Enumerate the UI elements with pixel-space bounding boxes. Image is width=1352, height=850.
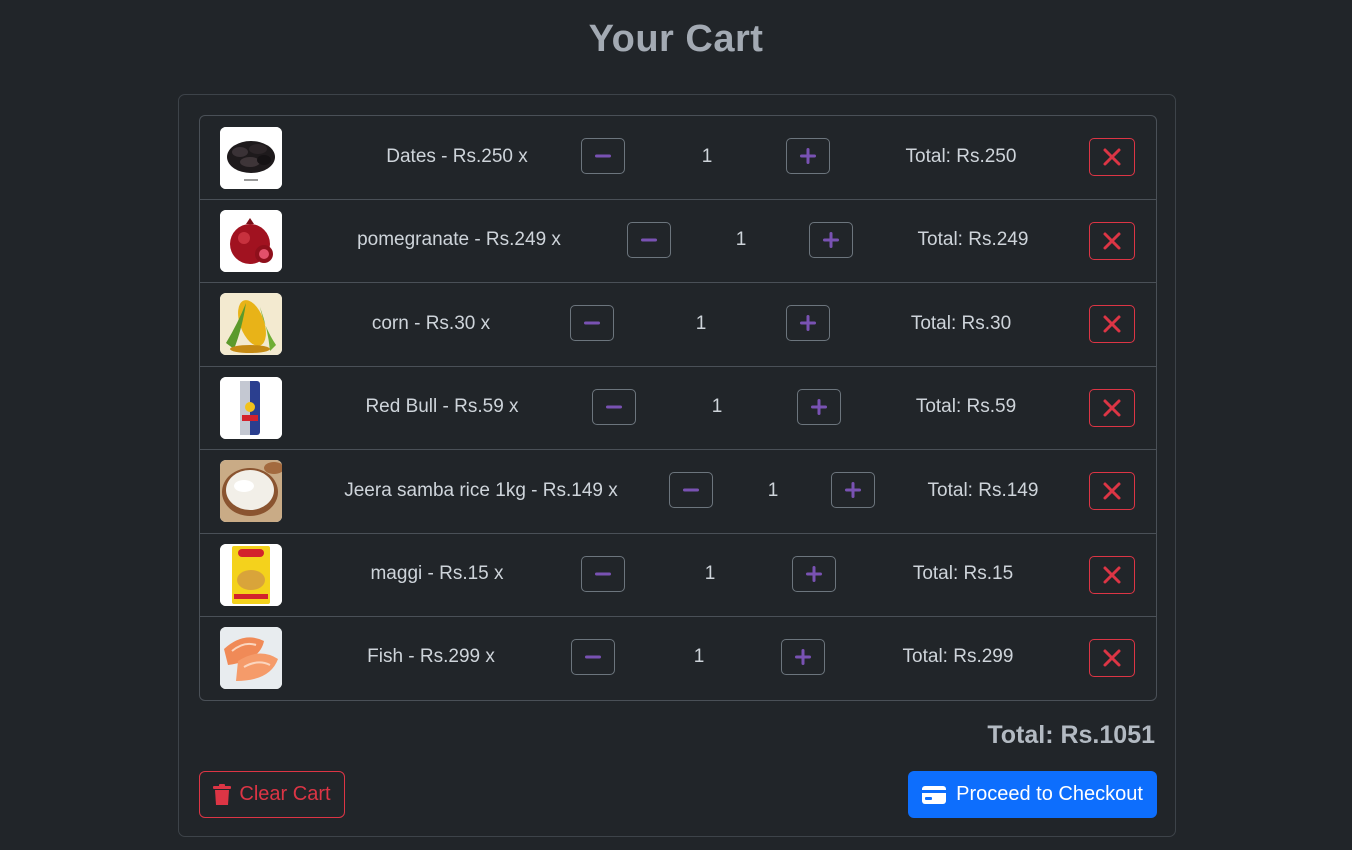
decrease-quantity-button[interactable] <box>592 389 636 425</box>
minus-icon <box>595 572 611 576</box>
item-total: Total: Rs.249 <box>917 229 1029 250</box>
decrease-quantity-button[interactable] <box>571 639 615 675</box>
item-label: corn - Rs.30 x <box>371 313 491 334</box>
quantity-value: 1 <box>695 313 707 334</box>
plus-icon <box>845 482 861 498</box>
cart-item-corn: corn - Rs.30 x 1 Total: Rs.30 <box>200 283 1156 367</box>
credit-card-icon <box>922 785 947 804</box>
close-icon <box>1103 649 1121 667</box>
close-icon <box>1103 315 1121 333</box>
item-total: Total: Rs.299 <box>902 646 1014 667</box>
plus-icon <box>800 148 816 164</box>
decrease-quantity-button[interactable] <box>581 138 625 174</box>
clear-cart-label: Clear Cart <box>239 783 331 805</box>
item-label: Red Bull - Rs.59 x <box>365 396 519 417</box>
quantity-value: 1 <box>767 480 779 501</box>
quantity-value: 1 <box>701 146 713 167</box>
close-icon <box>1103 566 1121 584</box>
plus-icon <box>806 566 822 582</box>
item-label: Fish - Rs.299 x <box>367 646 495 667</box>
plus-icon <box>823 232 839 248</box>
proceed-to-checkout-button[interactable]: Proceed to Checkout <box>908 771 1157 818</box>
close-icon <box>1103 148 1121 166</box>
plus-icon <box>795 649 811 665</box>
increase-quantity-button[interactable] <box>786 138 830 174</box>
cart-item-red-bull: Red Bull - Rs.59 x 1 Total: Rs.59 <box>200 367 1156 450</box>
cart-item-dates: Dates - Rs.250 x 1 Total: Rs.250 <box>200 116 1156 200</box>
item-total: Total: Rs.149 <box>927 480 1039 501</box>
increase-quantity-button[interactable] <box>831 472 875 508</box>
dates-image <box>220 127 282 189</box>
item-label: Dates - Rs.250 x <box>386 146 528 167</box>
item-label: Jeera samba rice 1kg - Rs.149 x <box>344 480 618 501</box>
fish-image <box>220 627 282 689</box>
item-label: maggi - Rs.15 x <box>370 563 504 584</box>
cart-item-maggi: maggi - Rs.15 x 1 Total: Rs.15 <box>200 534 1156 617</box>
minus-icon <box>584 321 600 325</box>
minus-icon <box>683 488 699 492</box>
increase-quantity-button[interactable] <box>809 222 853 258</box>
increase-quantity-button[interactable] <box>797 389 841 425</box>
remove-item-button[interactable] <box>1089 556 1135 594</box>
item-total: Total: Rs.30 <box>910 313 1012 334</box>
minus-icon <box>606 405 622 409</box>
maggi-image <box>220 544 282 606</box>
cart-grand-total: Total: Rs.1051 <box>987 721 1155 749</box>
minus-icon <box>585 655 601 659</box>
quantity-value: 1 <box>735 229 747 250</box>
pomegranate-image <box>220 210 282 272</box>
remove-item-button[interactable] <box>1089 472 1135 510</box>
increase-quantity-button[interactable] <box>792 556 836 592</box>
cart-item-list: Dates - Rs.250 x 1 Total: Rs.250 pomegra… <box>199 115 1157 701</box>
increase-quantity-button[interactable] <box>786 305 830 341</box>
quantity-value: 1 <box>693 646 705 667</box>
rice-image <box>220 460 282 522</box>
remove-item-button[interactable] <box>1089 138 1135 176</box>
clear-cart-button[interactable]: Clear Cart <box>199 771 345 818</box>
cart-item-pomegranate: pomegranate - Rs.249 x 1 Total: Rs.249 <box>200 200 1156 283</box>
page-title: Your Cart <box>588 18 764 60</box>
item-label: pomegranate - Rs.249 x <box>357 229 561 250</box>
remove-item-button[interactable] <box>1089 389 1135 427</box>
cart-item-fish: Fish - Rs.299 x 1 Total: Rs.299 <box>200 617 1156 700</box>
checkout-label: Proceed to Checkout <box>956 783 1143 805</box>
quantity-value: 1 <box>704 563 716 584</box>
minus-icon <box>641 238 657 242</box>
quantity-value: 1 <box>711 396 723 417</box>
decrease-quantity-button[interactable] <box>627 222 671 258</box>
minus-icon <box>595 154 611 158</box>
decrease-quantity-button[interactable] <box>570 305 614 341</box>
item-total: Total: Rs.59 <box>915 396 1017 417</box>
red-bull-image <box>220 377 282 439</box>
remove-item-button[interactable] <box>1089 305 1135 343</box>
close-icon <box>1103 399 1121 417</box>
trash-icon <box>213 783 232 805</box>
remove-item-button[interactable] <box>1089 222 1135 260</box>
item-total: Total: Rs.15 <box>912 563 1014 584</box>
cart-card: Dates - Rs.250 x 1 Total: Rs.250 pomegra… <box>178 94 1176 837</box>
item-total: Total: Rs.250 <box>905 146 1017 167</box>
close-icon <box>1103 482 1121 500</box>
decrease-quantity-button[interactable] <box>581 556 625 592</box>
plus-icon <box>811 399 827 415</box>
decrease-quantity-button[interactable] <box>669 472 713 508</box>
increase-quantity-button[interactable] <box>781 639 825 675</box>
cart-item-jeera-samba-rice: Jeera samba rice 1kg - Rs.149 x 1 Total:… <box>200 450 1156 534</box>
plus-icon <box>800 315 816 331</box>
close-icon <box>1103 232 1121 250</box>
remove-item-button[interactable] <box>1089 639 1135 677</box>
corn-image <box>220 293 282 355</box>
